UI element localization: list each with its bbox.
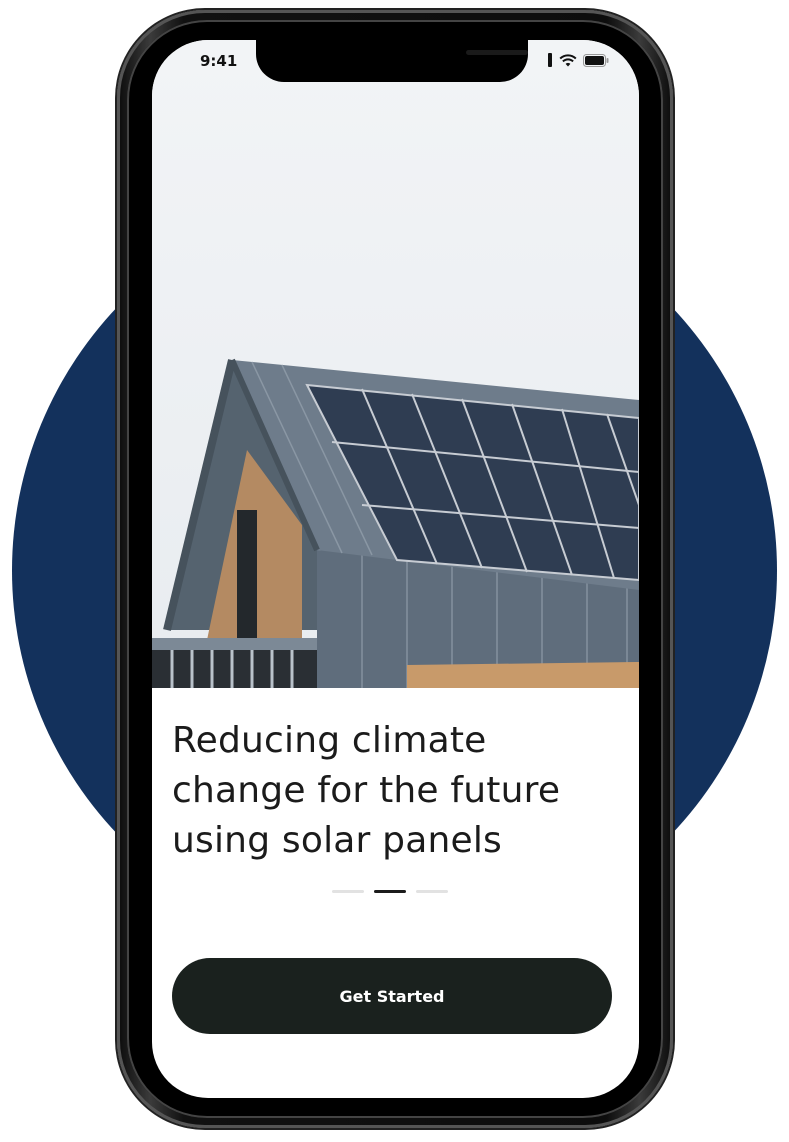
notch (256, 40, 528, 82)
speaker-grille (466, 50, 528, 55)
phone-screen: 9:41 Reducing climate change for the fut… (152, 40, 639, 1098)
battery-icon (583, 53, 609, 67)
page-indicator (332, 890, 448, 893)
house-with-solar-panels-image (152, 358, 639, 688)
status-bar: 9:41 (152, 40, 639, 88)
status-icons (547, 53, 609, 67)
mockup-stage: 9:41 Reducing climate change for the fut… (0, 0, 789, 1142)
get-started-button[interactable]: Get Started (172, 958, 612, 1034)
signal-bars-icon (548, 53, 552, 67)
onboarding-headline: Reducing climate change for the future u… (172, 720, 561, 861)
hero-image (152, 40, 639, 688)
status-time: 9:41 (200, 52, 238, 70)
wifi-icon (559, 53, 577, 66)
page-dot-2-active[interactable] (374, 890, 406, 893)
page-dot-1[interactable] (332, 890, 364, 893)
page-dot-3[interactable] (416, 890, 448, 893)
